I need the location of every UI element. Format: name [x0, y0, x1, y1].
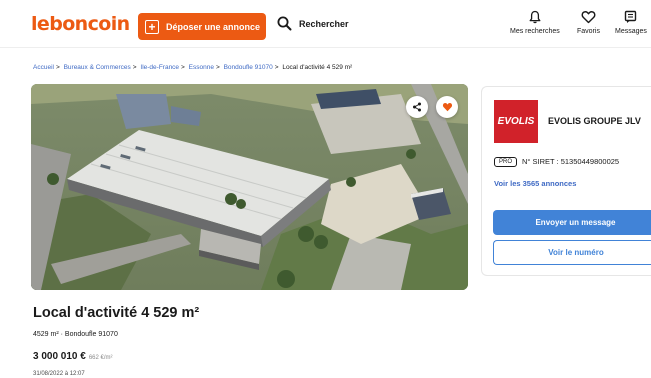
- breadcrumb-link-city[interactable]: Bondoufle 91070: [224, 64, 273, 71]
- search-button[interactable]: Rechercher: [277, 16, 349, 31]
- heart-icon: [442, 103, 452, 112]
- plus-icon: +: [145, 19, 159, 34]
- listing-photo[interactable]: [31, 84, 468, 290]
- nav-messages-label: Messages: [615, 28, 647, 35]
- breadcrumb-current: Local d'activité 4 529 m²: [282, 64, 353, 71]
- seller-ads-link[interactable]: Voir les 3565 annonces: [494, 179, 576, 188]
- search-icon: [277, 16, 292, 31]
- leboncoin-logo[interactable]: leboncoin: [31, 13, 130, 35]
- post-ad-button[interactable]: + Déposer une annonce: [138, 13, 266, 40]
- message-icon: [625, 10, 637, 23]
- breadcrumb-link-region[interactable]: Ile-de-France: [140, 64, 179, 71]
- price-per-sqm: 662 €/m²: [88, 355, 113, 361]
- top-header: leboncoin + Déposer une annonce Recherch…: [0, 0, 651, 48]
- send-message-button[interactable]: Envoyer un message: [493, 210, 651, 235]
- aerial-building-image: [31, 84, 468, 290]
- pro-badge: PRO: [494, 157, 518, 167]
- listing-title: Local d'activité 4 529 m²: [33, 305, 200, 321]
- share-button[interactable]: [406, 96, 428, 118]
- share-icon: [413, 102, 421, 112]
- seller-siret: N° SIRET : 51350449800025: [522, 157, 620, 166]
- favorite-button[interactable]: [436, 96, 458, 118]
- listing-subtitle: 4529 m² · Bondoufle 91070: [33, 331, 118, 338]
- nav-favorites[interactable]: Favoris: [577, 10, 600, 35]
- heart-icon: [581, 11, 596, 24]
- nav-saved-searches[interactable]: Mes recherches: [510, 10, 560, 35]
- seller-card: EVOLIS EVOLIS GROUPE JLV PRO N° SIRET : …: [481, 86, 651, 276]
- breadcrumb-link-home[interactable]: Accueil: [33, 64, 54, 71]
- post-ad-label: Déposer une annonce: [166, 21, 261, 32]
- breadcrumb-link-category[interactable]: Bureaux & Commerces: [64, 64, 131, 71]
- bell-icon: [529, 10, 541, 24]
- listing-date: 31/08/2022 à 12:07: [33, 371, 85, 377]
- nav-messages[interactable]: Messages: [615, 10, 647, 35]
- search-label: Rechercher: [299, 18, 349, 29]
- seller-logo[interactable]: EVOLIS: [494, 100, 538, 143]
- show-phone-button[interactable]: Voir le numéro: [493, 240, 651, 265]
- breadcrumb: Accueil > Bureaux & Commerces > Ile-de-Fra…: [33, 64, 353, 71]
- breadcrumb-link-department[interactable]: Essonne: [189, 64, 214, 71]
- nav-saved-searches-label: Mes recherches: [510, 28, 560, 35]
- listing-price: 3 000 010 €662 €/m²: [33, 351, 113, 362]
- price-value: 3 000 010 €: [33, 351, 86, 362]
- nav-favorites-label: Favoris: [577, 28, 600, 35]
- seller-name[interactable]: EVOLIS GROUPE JLV: [548, 116, 641, 126]
